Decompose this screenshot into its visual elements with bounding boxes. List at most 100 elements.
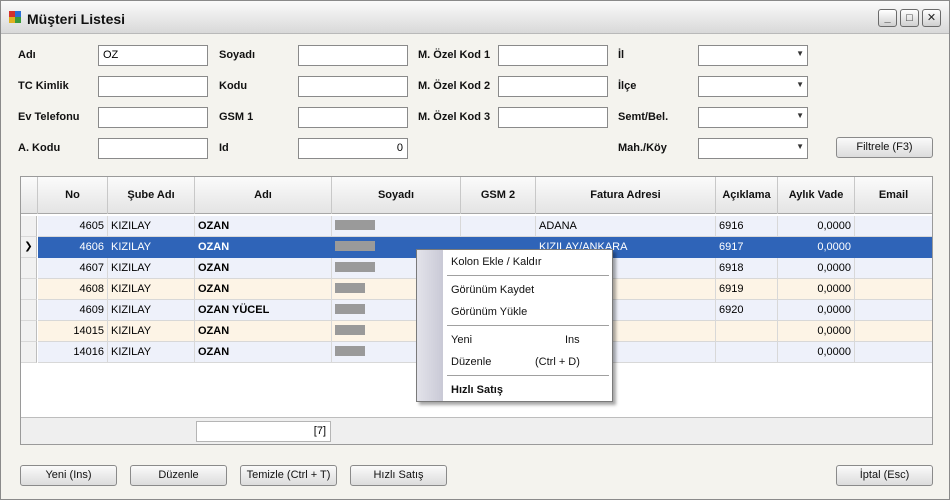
il-select[interactable]: ▼ [698,45,808,66]
cell-vade[interactable]: 0,0000 [778,300,855,321]
cell-sube[interactable]: KIZILAY [108,216,195,237]
header-gsm2[interactable]: GSM 2 [461,177,536,214]
cell-vade[interactable]: 0,0000 [778,237,855,258]
cell-no[interactable]: 14015 [38,321,108,342]
cell-no[interactable]: 4608 [38,279,108,300]
cell-email[interactable] [855,279,932,300]
clear-button[interactable]: Temizle (Ctrl + T) [240,465,337,486]
redacted-surname [335,241,375,252]
mah-koy-select[interactable]: ▼ [698,138,808,159]
ev-telefonu-input[interactable] [98,107,208,128]
minimize-button[interactable]: _ [878,9,897,27]
row-indicator[interactable] [21,216,37,237]
cell-vade[interactable]: 0,0000 [778,258,855,279]
cell-no[interactable]: 4607 [38,258,108,279]
header-fatura-adresi[interactable]: Fatura Adresi [536,177,716,214]
cell-email[interactable] [855,342,932,363]
cell-aciklama[interactable] [716,321,778,342]
context-menu-gutter [417,250,443,401]
header-aciklama[interactable]: Açıklama [716,177,778,214]
cell-sube[interactable]: KIZILAY [108,321,195,342]
context-menu: Kolon Ekle / Kaldır Görünüm Kaydet Görün… [416,249,613,402]
adi-input[interactable]: OZ [98,45,208,66]
ozel-kod-2-label: M. Özel Kod 2 [418,80,491,92]
cell-sube[interactable]: KIZILAY [108,237,195,258]
header-sube-adi[interactable]: Şube Adı [108,177,195,214]
title-bar[interactable]: Müşteri Listesi _ □ ✕ [1,1,949,34]
cell-sube[interactable]: KIZILAY [108,279,195,300]
row-indicator[interactable] [21,258,37,279]
gsm1-input[interactable] [298,107,408,128]
filter-button[interactable]: Filtrele (F3) [836,137,933,158]
cell-aciklama[interactable] [716,342,778,363]
header-aylik-vade[interactable]: Aylık Vade [778,177,855,214]
cell-adi[interactable]: OZAN [195,216,332,237]
row-indicator[interactable] [21,300,37,321]
edit-button[interactable]: Düzenle [130,465,227,486]
cell-email[interactable] [855,258,932,279]
mah-koy-label: Mah./Köy [618,142,667,154]
cell-adi[interactable]: OZAN [195,258,332,279]
ozel-kod-3-input[interactable] [498,107,608,128]
cell-aciklama[interactable]: 6917 [716,237,778,258]
row-indicator[interactable] [21,321,37,342]
header-adi[interactable]: Adı [195,177,332,214]
cell-adi[interactable]: OZAN YÜCEL [195,300,332,321]
grid-footer: [7] [21,417,932,444]
menu-item-kolon-ekle[interactable]: Kolon Ekle / Kaldır [451,256,542,268]
id-input[interactable]: 0 [298,138,408,159]
semt-select[interactable]: ▼ [698,107,808,128]
row-indicator[interactable] [21,279,37,300]
menu-item-gorunum-kaydet[interactable]: Görünüm Kaydet [451,284,534,296]
new-button[interactable]: Yeni (Ins) [20,465,117,486]
cell-adres[interactable]: ADANA [536,216,716,237]
cell-adi[interactable]: OZAN [195,342,332,363]
cell-vade[interactable]: 0,0000 [778,279,855,300]
cell-no[interactable]: 14016 [38,342,108,363]
cell-sube[interactable]: KIZILAY [108,258,195,279]
menu-item-yeni[interactable]: Yeni [451,334,472,346]
cell-vade[interactable]: 0,0000 [778,216,855,237]
cell-adi[interactable]: OZAN [195,237,332,258]
cell-email[interactable] [855,321,932,342]
cell-email[interactable] [855,237,932,258]
header-no[interactable]: No [38,177,108,214]
cell-soyadi-redacted[interactable] [332,216,461,237]
cell-aciklama[interactable]: 6916 [716,216,778,237]
cell-email[interactable] [855,300,932,321]
cell-aciklama[interactable]: 6919 [716,279,778,300]
menu-item-hizli-satis[interactable]: Hızlı Satış [451,384,503,396]
close-button[interactable]: ✕ [922,9,941,27]
cell-adi[interactable]: OZAN [195,279,332,300]
cancel-button[interactable]: İptal (Esc) [836,465,933,486]
a-kodu-input[interactable] [98,138,208,159]
cell-no[interactable]: 4606 [38,237,108,258]
header-email[interactable]: Email [855,177,932,214]
cell-adi[interactable]: OZAN [195,321,332,342]
cell-aciklama[interactable]: 6920 [716,300,778,321]
cell-no[interactable]: 4609 [38,300,108,321]
tc-kimlik-input[interactable] [98,76,208,97]
cell-sube[interactable]: KIZILAY [108,300,195,321]
cell-gsm2[interactable] [461,216,536,237]
menu-item-duzenle[interactable]: Düzenle [451,356,491,368]
ilce-select[interactable]: ▼ [698,76,808,97]
quick-sale-button[interactable]: Hızlı Satış [350,465,447,486]
cell-aciklama[interactable]: 6918 [716,258,778,279]
ozel-kod-2-input[interactable] [498,76,608,97]
soyadi-input[interactable] [298,45,408,66]
cell-vade[interactable]: 0,0000 [778,321,855,342]
header-soyadi[interactable]: Soyadı [332,177,461,214]
kodu-input[interactable] [298,76,408,97]
a-kodu-label: A. Kodu [18,142,61,154]
row-indicator[interactable] [21,342,37,363]
cell-sube[interactable]: KIZILAY [108,342,195,363]
maximize-button[interactable]: □ [900,9,919,27]
cell-email[interactable] [855,216,932,237]
ozel-kod-1-input[interactable] [498,45,608,66]
cell-vade[interactable]: 0,0000 [778,342,855,363]
cell-no[interactable]: 4605 [38,216,108,237]
menu-item-gorunum-yukle[interactable]: Görünüm Yükle [451,306,527,318]
table-row[interactable]: 4605 KIZILAY OZAN ADANA 6916 0,0000 [21,216,932,237]
current-row-icon[interactable]: ❯ [21,237,37,258]
